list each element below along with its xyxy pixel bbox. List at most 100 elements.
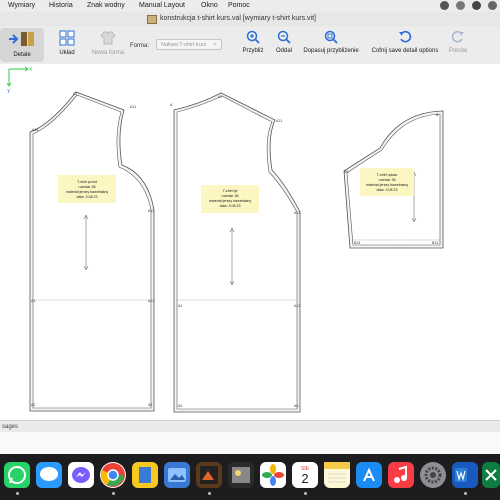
point-label: A1 [178,304,182,308]
notes-icon[interactable] [324,462,350,488]
nowa-forma-button[interactable]: Nowa forma [90,28,126,56]
status-icon[interactable] [488,1,497,10]
menu-pomoc[interactable]: Pomoc [228,2,250,9]
zoom-in-icon [240,30,266,46]
system-settings-icon[interactable] [420,462,446,488]
window-titlebar: konstrukcja t-shirt kurs.val [wymiary t-… [0,12,500,26]
photo-booth-icon[interactable] [164,462,190,488]
window-bottom-area [0,432,500,454]
status-icon[interactable] [456,1,465,10]
messages-app-icon[interactable] [36,462,62,488]
point-label: B14 [354,241,360,245]
messages-label: sages [2,424,19,430]
forma-select-value: Nakaw T-shirt kurs [161,42,207,48]
calendar-day: 2 [301,471,308,486]
pattern-drawing: X Y T-shirt przód rozmiar 38 materiał je… [6,66,444,413]
front-note-line: T-shirt przód [77,180,97,184]
detale-icon [0,30,44,50]
sleeve-pattern-piece[interactable]: T-shirt rękaw rozmiar 38 materiał jersey… [343,110,444,249]
back-note-line: materiał jersey bawełniany [209,199,252,203]
point-label: B13 [432,241,438,245]
zoom-in-button[interactable]: Przybliż [240,28,266,54]
redo-icon [446,30,470,46]
przybliz-label: Przybliż [242,48,264,54]
word-icon[interactable] [452,462,478,488]
detale-button[interactable]: Detale [0,28,44,62]
running-indicator [464,492,467,495]
forma-select[interactable]: Nakaw T-shirt kurs [156,38,222,50]
oddal-label: Oddal [275,48,292,54]
music-icon[interactable] [388,462,414,488]
uklad-label: Układ [59,50,75,56]
menu-manual-layout[interactable]: Manual Layout [139,2,185,9]
point-label: A [170,103,173,107]
point-label: A3 [294,404,298,408]
whatsapp-icon[interactable] [4,462,30,488]
back-note-line: data: 3.08.23 [220,204,241,208]
toolbar: Detale Układ Nowa forma Przybliż Oddal D… [0,26,500,65]
layout-grid-icon [52,30,82,48]
zoom-fit-icon [300,30,362,46]
undo-button[interactable]: Cofnij save detail options [367,28,443,54]
fit-zoom-button[interactable]: Dopasuj przybliżenie [300,28,362,54]
dopasuj-label: Dopasuj przybliżenie [303,48,359,54]
sleeve-note-line: T-shirt rękaw [377,173,398,177]
pattern-canvas[interactable]: X Y T-shirt przód rozmiar 38 materiał je… [0,64,500,420]
front-note-line: materiał jersey bawełniany [66,190,109,194]
axis-x-label: X [29,67,33,73]
photos-icon[interactable] [260,462,286,488]
running-indicator [16,492,19,495]
redo-button[interactable]: Ponów [446,28,470,54]
messenger-icon[interactable] [68,462,94,488]
files-icon[interactable] [132,462,158,488]
excel-icon[interactable] [482,462,500,488]
calendar-icon[interactable]: SIE 2 [292,462,318,488]
dock: SIE 2 [0,454,500,500]
uklad-button[interactable]: Układ [52,28,82,56]
point-label: B9 [344,170,348,174]
back-note-line: rozmiar 38 [222,194,239,198]
point-label: A7 [218,95,222,99]
zoom-out-icon [272,30,296,46]
point-label: A12 [148,209,154,213]
shirt-icon [90,30,126,48]
point-label: A11 [276,119,282,123]
zoom-out-button[interactable]: Oddal [272,28,296,54]
point-label: A1 [31,299,35,303]
sleeve-note-line: data: 3.08.23 [377,188,398,192]
axis-indicator: X Y [6,66,33,95]
status-icon[interactable] [472,1,481,10]
running-indicator [208,492,211,495]
back-pattern-piece[interactable]: T-shirt tył rozmiar 38 materiał jersey b… [170,92,300,413]
document-icon [147,15,157,24]
point-label: A7 [73,92,77,96]
menu-wymiary[interactable]: Wymiary [8,2,35,9]
point-label: A2 [31,403,35,407]
gallery-icon[interactable] [228,462,254,488]
point-label: A14 [32,128,38,132]
chrome-icon[interactable] [100,462,126,488]
front-pattern-piece[interactable]: T-shirt przód rozmiar 38 materiał jersey… [29,91,154,412]
sleeve-note-line: materiał jersey bawełniany [366,183,409,187]
back-note-line: T-shirt tył [223,189,238,193]
menu-okno[interactable]: Okno [201,2,218,9]
point-label: A11 [130,105,136,109]
photo-frame-icon[interactable] [196,462,222,488]
nowa-forma-label: Nowa forma [91,50,125,56]
sleeve-note-line: rozmiar 38 [379,178,396,182]
running-indicator [304,492,307,495]
point-label: A2 [178,404,182,408]
status-icon[interactable] [440,1,449,10]
menu-znak-wodny[interactable]: Znak wodny [87,2,125,9]
menu-historia[interactable]: Historia [49,2,73,9]
detale-label: Detale [13,52,31,58]
ponow-label: Ponów [448,48,468,54]
cofnij-label: Cofnij save detail options [371,48,439,54]
forma-label: Forma: [130,43,150,49]
window-title: konstrukcja t-shirt kurs.val [wymiary t-… [160,15,316,22]
app-store-icon[interactable] [356,462,382,488]
point-label: A12 [294,211,300,215]
point-label: A13 [294,304,300,308]
front-note-line: data: 3.08.23 [77,195,98,199]
axis-y-label: Y [7,89,11,95]
